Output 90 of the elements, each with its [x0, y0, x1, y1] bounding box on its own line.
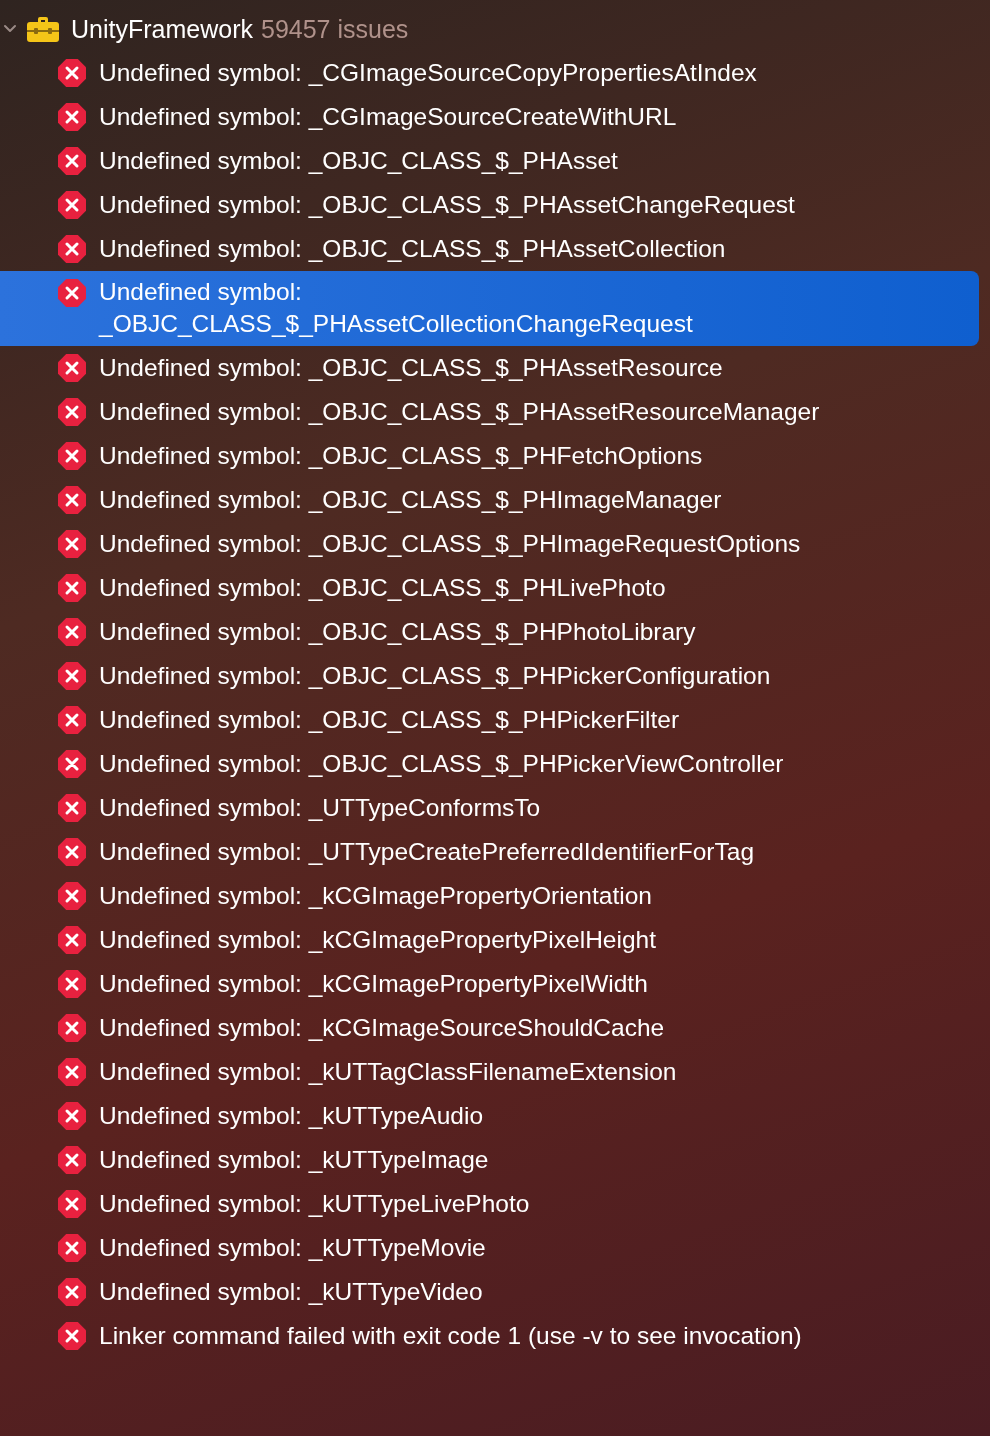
issue-count: 59457 issues	[261, 14, 409, 44]
issue-row[interactable]: Linker command failed with exit code 1 (use -v to see invocation)	[0, 1314, 979, 1358]
issue-message: Undefined symbol: _OBJC_CLASS_$_PHPickerConfiguration	[99, 661, 771, 691]
toolbox-icon	[27, 16, 59, 42]
issue-message: Undefined symbol: _OBJC_CLASS_$_PHAssetCollectionChangeRequest	[99, 277, 694, 339]
error-icon	[58, 750, 86, 778]
error-icon	[58, 1278, 86, 1306]
issue-message: Undefined symbol: _UTTypeCreatePreferredIdentifierForTag	[99, 837, 754, 867]
issue-row[interactable]: Undefined symbol: _OBJC_CLASS_$_PHImageRequestOptions	[0, 522, 979, 566]
issue-message: Undefined symbol: _OBJC_CLASS_$_PHFetchOptions	[99, 441, 703, 471]
error-icon	[58, 838, 86, 866]
issue-message: Undefined symbol: _OBJC_CLASS_$_PHAsset	[99, 146, 618, 176]
issue-message: Undefined symbol: _OBJC_CLASS_$_PHImageManager	[99, 485, 722, 515]
issue-row[interactable]: Undefined symbol: _OBJC_CLASS_$_PHPickerViewController	[0, 742, 979, 786]
target-name: UnityFramework	[71, 14, 253, 44]
issue-message: Undefined symbol: _OBJC_CLASS_$_PHPickerViewController	[99, 749, 784, 779]
issue-message: Undefined symbol: _kCGImagePropertyPixelWidth	[99, 969, 648, 999]
issue-row[interactable]: Undefined symbol: _OBJC_CLASS_$_PHFetchOptions	[0, 434, 979, 478]
issue-row[interactable]: Undefined symbol: _kUTTypeImage	[0, 1138, 979, 1182]
error-icon	[58, 1322, 86, 1350]
issue-row[interactable]: Undefined symbol: _kCGImagePropertyOrientation	[0, 874, 979, 918]
issue-message: Undefined symbol: _kCGImageSourceShouldCache	[99, 1013, 665, 1043]
issue-row[interactable]: Undefined symbol: _OBJC_CLASS_$_PHImageManager	[0, 478, 979, 522]
error-icon	[58, 882, 86, 910]
issue-message: Undefined symbol: _kCGImagePropertyPixelHeight	[99, 925, 656, 955]
issue-row[interactable]: Undefined symbol: _OBJC_CLASS_$_PHPhotoLibrary	[0, 610, 979, 654]
issue-message: Undefined symbol: _kCGImagePropertyOrientation	[99, 881, 652, 911]
issue-row[interactable]: Undefined symbol: _OBJC_CLASS_$_PHAssetResource	[0, 346, 979, 390]
error-icon	[58, 235, 86, 263]
issue-row[interactable]: Undefined symbol: _UTTypeConformsTo	[0, 786, 979, 830]
issue-message: Undefined symbol: _OBJC_CLASS_$_PHPickerFilter	[99, 705, 680, 735]
issue-row[interactable]: Undefined symbol: _kUTTypeAudio	[0, 1094, 979, 1138]
issue-row[interactable]: Undefined symbol: _OBJC_CLASS_$_PHAssetCollectionChangeRequest	[0, 271, 979, 346]
issue-message: Undefined symbol: _CGImageSourceCopyPropertiesAtIndex	[99, 58, 757, 88]
error-icon	[58, 1058, 86, 1086]
error-icon	[58, 486, 86, 514]
issue-message: Undefined symbol: _UTTypeConformsTo	[99, 793, 541, 823]
error-icon	[58, 794, 86, 822]
issue-row[interactable]: Undefined symbol: _kUTTypeMovie	[0, 1226, 979, 1270]
error-icon	[58, 279, 86, 307]
issue-message: Undefined symbol: _CGImageSourceCreateWithURL	[99, 102, 677, 132]
issue-message: Undefined symbol: _OBJC_CLASS_$_PHImageRequestOptions	[99, 529, 801, 559]
issue-message: Undefined symbol: _OBJC_CLASS_$_PHAssetChangeRequest	[99, 190, 795, 220]
error-icon	[58, 926, 86, 954]
issue-row[interactable]: Undefined symbol: _CGImageSourceCopyPropertiesAtIndex	[0, 51, 979, 95]
error-icon	[58, 354, 86, 382]
error-icon	[58, 1190, 86, 1218]
issue-row[interactable]: Undefined symbol: _kUTTagClassFilenameExtension	[0, 1050, 979, 1094]
issue-message: Undefined symbol: _kUTTypeMovie	[99, 1233, 486, 1263]
issue-row[interactable]: Undefined symbol: _CGImageSourceCreateWithURL	[0, 95, 979, 139]
issue-message: Undefined symbol: _kUTTypeAudio	[99, 1101, 484, 1131]
issue-message: Undefined symbol: _OBJC_CLASS_$_PHPhotoLibrary	[99, 617, 696, 647]
issue-message: Undefined symbol: _OBJC_CLASS_$_PHLivePhoto	[99, 573, 666, 603]
error-icon	[58, 1102, 86, 1130]
issue-message: Undefined symbol: _kUTTypeLivePhoto	[99, 1189, 530, 1219]
issue-message: Undefined symbol: _kUTTypeImage	[99, 1145, 489, 1175]
issue-row[interactable]: Undefined symbol: _OBJC_CLASS_$_PHPickerFilter	[0, 698, 979, 742]
issue-row[interactable]: Undefined symbol: _OBJC_CLASS_$_PHAsset	[0, 139, 979, 183]
error-icon	[58, 706, 86, 734]
issue-row[interactable]: Undefined symbol: _UTTypeCreatePreferredIdentifierForTag	[0, 830, 979, 874]
issue-message: Undefined symbol: _OBJC_CLASS_$_PHAssetCollection	[99, 234, 726, 264]
error-icon	[58, 103, 86, 131]
error-icon	[58, 1146, 86, 1174]
error-icon	[58, 1234, 86, 1262]
error-icon	[58, 398, 86, 426]
issue-row[interactable]: Undefined symbol: _OBJC_CLASS_$_PHLivePhoto	[0, 566, 979, 610]
issue-message: Undefined symbol: _OBJC_CLASS_$_PHAssetResource	[99, 353, 723, 383]
error-icon	[58, 191, 86, 219]
issue-row[interactable]: Undefined symbol: _kCGImagePropertyPixelWidth	[0, 962, 979, 1006]
issue-row[interactable]: Undefined symbol: _kUTTypeLivePhoto	[0, 1182, 979, 1226]
issue-row[interactable]: Undefined symbol: _OBJC_CLASS_$_PHAssetChangeRequest	[0, 183, 979, 227]
error-icon	[58, 442, 86, 470]
error-icon	[58, 59, 86, 87]
issue-row[interactable]: Undefined symbol: _kCGImageSourceShouldCache	[0, 1006, 979, 1050]
error-icon	[58, 574, 86, 602]
error-icon	[58, 1014, 86, 1042]
issue-row[interactable]: Undefined symbol: _OBJC_CLASS_$_PHAssetCollection	[0, 227, 979, 271]
error-icon	[58, 618, 86, 646]
issue-row[interactable]: Undefined symbol: _kCGImagePropertyPixelHeight	[0, 918, 979, 962]
error-icon	[58, 147, 86, 175]
error-icon	[58, 970, 86, 998]
error-icon	[58, 662, 86, 690]
error-icon	[58, 530, 86, 558]
issue-message: Undefined symbol: _kUTTagClassFilenameExtension	[99, 1057, 677, 1087]
issue-message: Undefined symbol: _OBJC_CLASS_$_PHAssetResourceManager	[99, 397, 820, 427]
issue-row[interactable]: Undefined symbol: _OBJC_CLASS_$_PHPickerConfiguration	[0, 654, 979, 698]
issue-row[interactable]: Undefined symbol: _OBJC_CLASS_$_PHAssetResourceManager	[0, 390, 979, 434]
issue-message: Undefined symbol: _kUTTypeVideo	[99, 1277, 483, 1307]
issue-row[interactable]: Undefined symbol: _kUTTypeVideo	[0, 1270, 979, 1314]
issue-message: Linker command failed with exit code 1 (use -v to see invocation)	[99, 1321, 802, 1351]
